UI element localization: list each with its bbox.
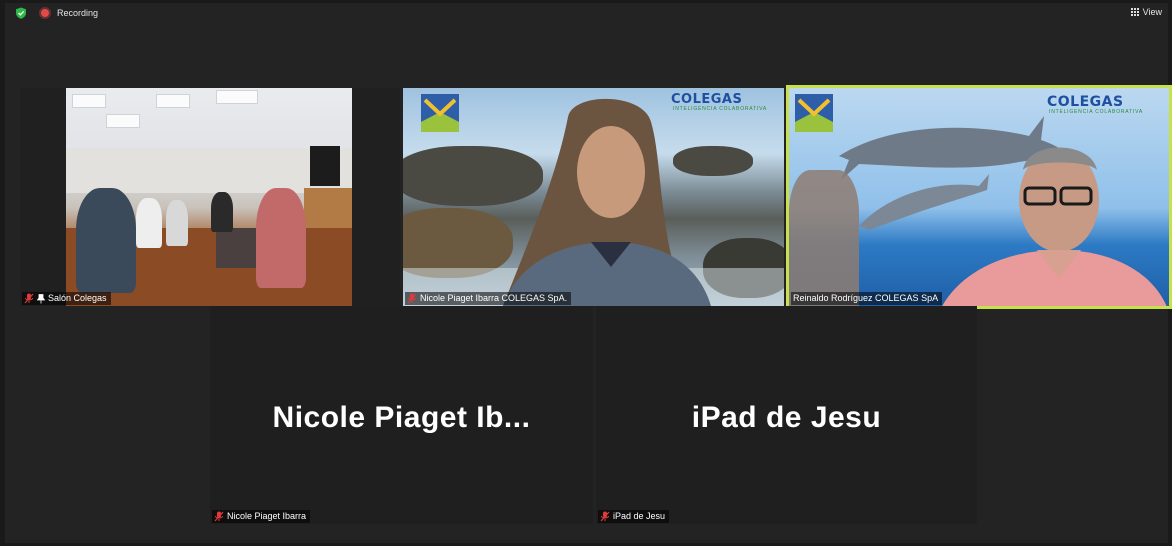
participant-name-label: Nicole Piaget Ibarra xyxy=(212,510,311,523)
participant-video xyxy=(942,147,1167,306)
ceiling-light xyxy=(72,94,106,108)
video-tile-salon-colegas[interactable]: Salón Colegas xyxy=(20,88,400,306)
ceiling-light xyxy=(156,94,190,108)
ceiling-light xyxy=(216,90,258,104)
mic-muted-icon xyxy=(600,511,610,522)
grid-view-icon xyxy=(1130,7,1140,17)
video-feed xyxy=(66,88,352,306)
participant-figure xyxy=(136,198,162,248)
participant-name: Salón Colegas xyxy=(48,293,107,303)
video-tile-reinaldo-rodriguez[interactable]: COLEGAS INTELIGENCIA COLABORATIVA Reinal… xyxy=(786,85,1172,309)
participant-name-label: Nicole Piaget Ibarra COLEGAS SpA. xyxy=(405,292,572,305)
virtual-background-dolphins: COLEGAS INTELIGENCIA COLABORATIVA xyxy=(789,88,1169,306)
participant-name: Reinaldo Rodríguez COLEGAS SpA xyxy=(793,293,939,303)
recording-dot-icon xyxy=(41,9,49,17)
mic-muted-icon xyxy=(214,511,224,522)
top-bar: Recording View xyxy=(5,3,1168,23)
view-button-label: View xyxy=(1142,7,1162,17)
display-name: Nicole Piaget Ib... xyxy=(272,401,531,434)
ceiling-light xyxy=(106,114,140,128)
television xyxy=(310,146,340,186)
second-person-edge xyxy=(789,170,859,306)
participant-figure xyxy=(166,200,188,246)
recording-label: Recording xyxy=(57,8,99,18)
participant-name: Nicole Piaget Ibarra xyxy=(227,511,307,521)
mic-muted-icon xyxy=(407,293,417,304)
shield-icon[interactable] xyxy=(15,7,27,19)
video-tile-ipad-de-jesu[interactable]: iPad de Jesu iPad de Jesu xyxy=(596,306,977,524)
participant-figure xyxy=(76,188,136,293)
meeting-window: Recording View Salón Colegas COLEGAS INT… xyxy=(5,3,1172,543)
view-button[interactable]: View xyxy=(1130,7,1162,17)
participant-name: iPad de Jesu xyxy=(613,511,666,521)
participant-figure xyxy=(211,192,233,232)
mic-muted-icon xyxy=(24,293,34,304)
participant-name: Nicole Piaget Ibarra COLEGAS SpA. xyxy=(420,293,568,303)
participant-name-label: Salón Colegas xyxy=(22,292,111,305)
colegas-logo-icon xyxy=(795,94,833,132)
colegas-logo-icon xyxy=(421,94,459,132)
participant-video xyxy=(503,98,711,306)
participant-name-label: Reinaldo Rodríguez COLEGAS SpA xyxy=(791,292,943,305)
participant-figure xyxy=(256,188,306,288)
pin-icon xyxy=(37,293,45,303)
video-tile-nicole-piaget-ibarra[interactable]: Nicole Piaget Ib... Nicole Piaget Ibarra xyxy=(210,306,593,524)
participant-name-label: iPad de Jesu xyxy=(598,510,670,523)
video-tile-nicole-piaget[interactable]: COLEGAS INTELIGENCIA COLABORATIVA Nicole… xyxy=(403,88,784,306)
display-name: iPad de Jesu xyxy=(691,401,882,434)
virtual-background-seashore: COLEGAS INTELIGENCIA COLABORATIVA xyxy=(403,88,784,306)
